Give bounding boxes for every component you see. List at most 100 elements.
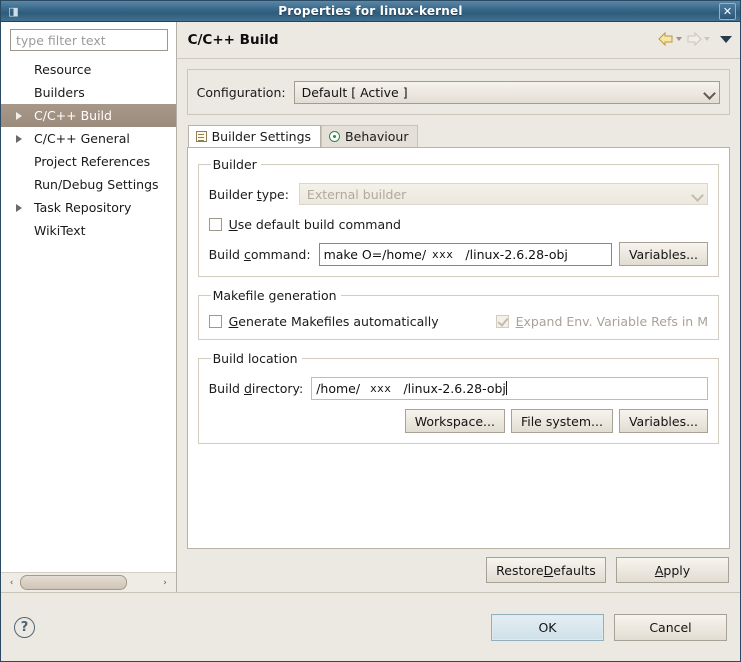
use-default-build-command-checkbox[interactable]	[208, 217, 222, 231]
properties-dialog: ◨ Properties for linux-kernel ✕ Resource…	[0, 0, 741, 662]
scroll-right-icon[interactable]: ›	[157, 575, 173, 590]
tree-item-label: Run/Debug Settings	[34, 177, 159, 192]
tree-item-label: C/C++ General	[34, 131, 130, 146]
cancel-button[interactable]: Cancel	[614, 613, 727, 641]
tab-label: Behaviour	[345, 129, 409, 144]
chevron-down-icon[interactable]	[676, 37, 682, 41]
help-icon[interactable]: ?	[14, 616, 35, 638]
tree-item-run-debug-settings[interactable]: Run/Debug Settings	[1, 173, 176, 196]
tree-item-label: Builders	[34, 85, 85, 100]
list-icon	[195, 131, 207, 142]
generate-makefiles-label: Generate Makefiles automatically	[228, 313, 439, 329]
tree-horizontal-scrollbar[interactable]: ‹ ›	[1, 572, 176, 592]
builder-settings-panel: Builder Builder type: External builder U…	[186, 147, 730, 549]
filter-input[interactable]	[10, 29, 168, 51]
view-menu-icon[interactable]	[720, 35, 732, 43]
builder-type-select: External builder	[298, 183, 708, 205]
tree-item-label: WikiText	[34, 223, 86, 238]
builder-type-label: Builder type:	[208, 186, 289, 202]
restore-defaults-button[interactable]: Restore Defaults	[486, 557, 606, 583]
tree-item-label: Project References	[34, 154, 151, 169]
dialog-buttons: OK Cancel	[491, 613, 727, 641]
variables-button[interactable]: Variables...	[618, 409, 708, 433]
chevron-down-icon[interactable]	[720, 35, 732, 43]
radio-icon	[329, 131, 341, 142]
expand-env-refs-checkbox	[495, 314, 509, 328]
configuration-group: Configuration: Default [ Active ]	[186, 69, 730, 115]
expand-env-refs-label: Expand Env. Variable Refs in M	[515, 313, 708, 329]
build-location-legend: Build location	[212, 351, 298, 366]
build-directory-row: Build directory: /home/ xxx /linux-2.6.2…	[209, 376, 708, 400]
builder-type-row: Builder type: External builder	[209, 182, 708, 206]
tree-item-label: Task Repository	[34, 200, 132, 215]
workspace-button[interactable]: Workspace...	[404, 409, 505, 433]
scrollbar-track[interactable]	[20, 575, 157, 590]
tree-item-label: C/C++ Build	[34, 108, 112, 123]
generate-makefiles-checkbox[interactable]	[208, 314, 222, 328]
back-arrow-glyph	[658, 32, 673, 46]
forward-arrow-icon	[685, 32, 711, 46]
build-directory-value-pre: /home/	[316, 380, 361, 396]
configuration-label: Configuration:	[196, 84, 286, 100]
tab-behaviour[interactable]: Behaviour	[321, 125, 419, 147]
build-directory-input[interactable]: /home/ xxx /linux-2.6.28-obj	[311, 376, 708, 400]
tree-item-label: Resource	[34, 62, 92, 77]
scroll-left-icon[interactable]: ‹	[4, 575, 19, 590]
tree-item-builders[interactable]: Builders	[1, 81, 176, 104]
window-icon: ◨	[8, 5, 19, 18]
build-directory-value-user: xxx	[370, 381, 392, 395]
chevron-down-icon	[704, 37, 710, 41]
build-command-value-pre: make O=/home/	[323, 246, 427, 262]
tree-item-project-references[interactable]: Project References	[1, 150, 176, 173]
build-command-input[interactable]: make O=/home/ xxx /linux-2.6.28-obj	[318, 242, 612, 266]
tree-item-cpp-build[interactable]: C/C++ Build	[1, 104, 176, 127]
use-default-build-command-label: Use default build command	[228, 216, 401, 232]
scrollbar-thumb[interactable]	[20, 575, 127, 590]
build-command-variables-button[interactable]: Variables...	[618, 242, 708, 266]
tab-builder-settings[interactable]: Builder Settings	[187, 125, 322, 147]
window-title: Properties for linux-kernel	[278, 4, 463, 18]
tab-bar: Builder Settings Behaviour	[187, 125, 740, 147]
build-directory-value-post: /linux-2.6.28-obj	[403, 380, 506, 396]
apply-button[interactable]: Apply	[616, 557, 729, 583]
dialog-body: Resource Builders C/C++ Build C/C++ Gene…	[1, 22, 740, 592]
build-command-label: Build command:	[208, 246, 311, 262]
makefile-generation-legend: Makefile generation	[212, 288, 337, 303]
build-command-row: Build command: make O=/home/ xxx /linux-…	[209, 242, 708, 266]
tab-label: Builder Settings	[211, 129, 312, 144]
chevron-right-icon[interactable]	[16, 134, 22, 143]
build-location-group: Build location Build directory: /home/ x…	[197, 351, 719, 444]
dialog-footer: ? OK Cancel	[1, 592, 740, 661]
makefile-options-row: Generate Makefiles automatically Expand …	[208, 309, 708, 333]
title-bar: ◨ Properties for linux-kernel ✕	[1, 1, 740, 22]
file-system-button[interactable]: File system...	[510, 409, 613, 433]
page-action-buttons: Restore Defaults Apply	[177, 549, 740, 592]
tree-item-cpp-general[interactable]: C/C++ General	[1, 127, 176, 150]
builder-group-legend: Builder	[212, 157, 257, 172]
page-title: C/C++ Build	[187, 32, 279, 48]
tree-item-wikitext[interactable]: WikiText	[1, 219, 176, 242]
build-command-value-post: /linux-2.6.28-obj	[465, 246, 568, 262]
close-icon[interactable]: ✕	[719, 3, 736, 20]
builder-group: Builder Builder type: External builder U…	[197, 157, 719, 277]
back-arrow-icon[interactable]	[657, 32, 683, 46]
builder-type-value: External builder	[306, 186, 407, 202]
build-command-value-user: xxx	[432, 247, 454, 261]
configuration-value: Default [ Active ]	[301, 84, 408, 100]
filter-container	[1, 22, 176, 55]
forward-arrow-glyph	[687, 32, 702, 46]
configuration-select[interactable]: Default [ Active ]	[293, 80, 720, 104]
chevron-right-icon[interactable]	[16, 111, 22, 120]
preference-page: C/C++ Build Configuration: Default [Act…	[176, 22, 740, 592]
tree-item-task-repository[interactable]: Task Repository	[1, 196, 176, 219]
use-default-build-command-row: Use default build command	[208, 212, 708, 236]
page-header: C/C++ Build	[176, 22, 740, 59]
settings-tree: Resource Builders C/C++ Build C/C++ Gene…	[1, 55, 176, 572]
chevron-down-icon[interactable]	[704, 87, 715, 98]
ok-button[interactable]: OK	[491, 613, 604, 641]
navigation-icons	[657, 32, 732, 46]
makefile-generation-group: Makefile generation Generate Makefiles a…	[197, 288, 719, 340]
chevron-down-icon	[692, 189, 703, 200]
chevron-right-icon[interactable]	[16, 203, 22, 212]
tree-item-resource[interactable]: Resource	[1, 58, 176, 81]
